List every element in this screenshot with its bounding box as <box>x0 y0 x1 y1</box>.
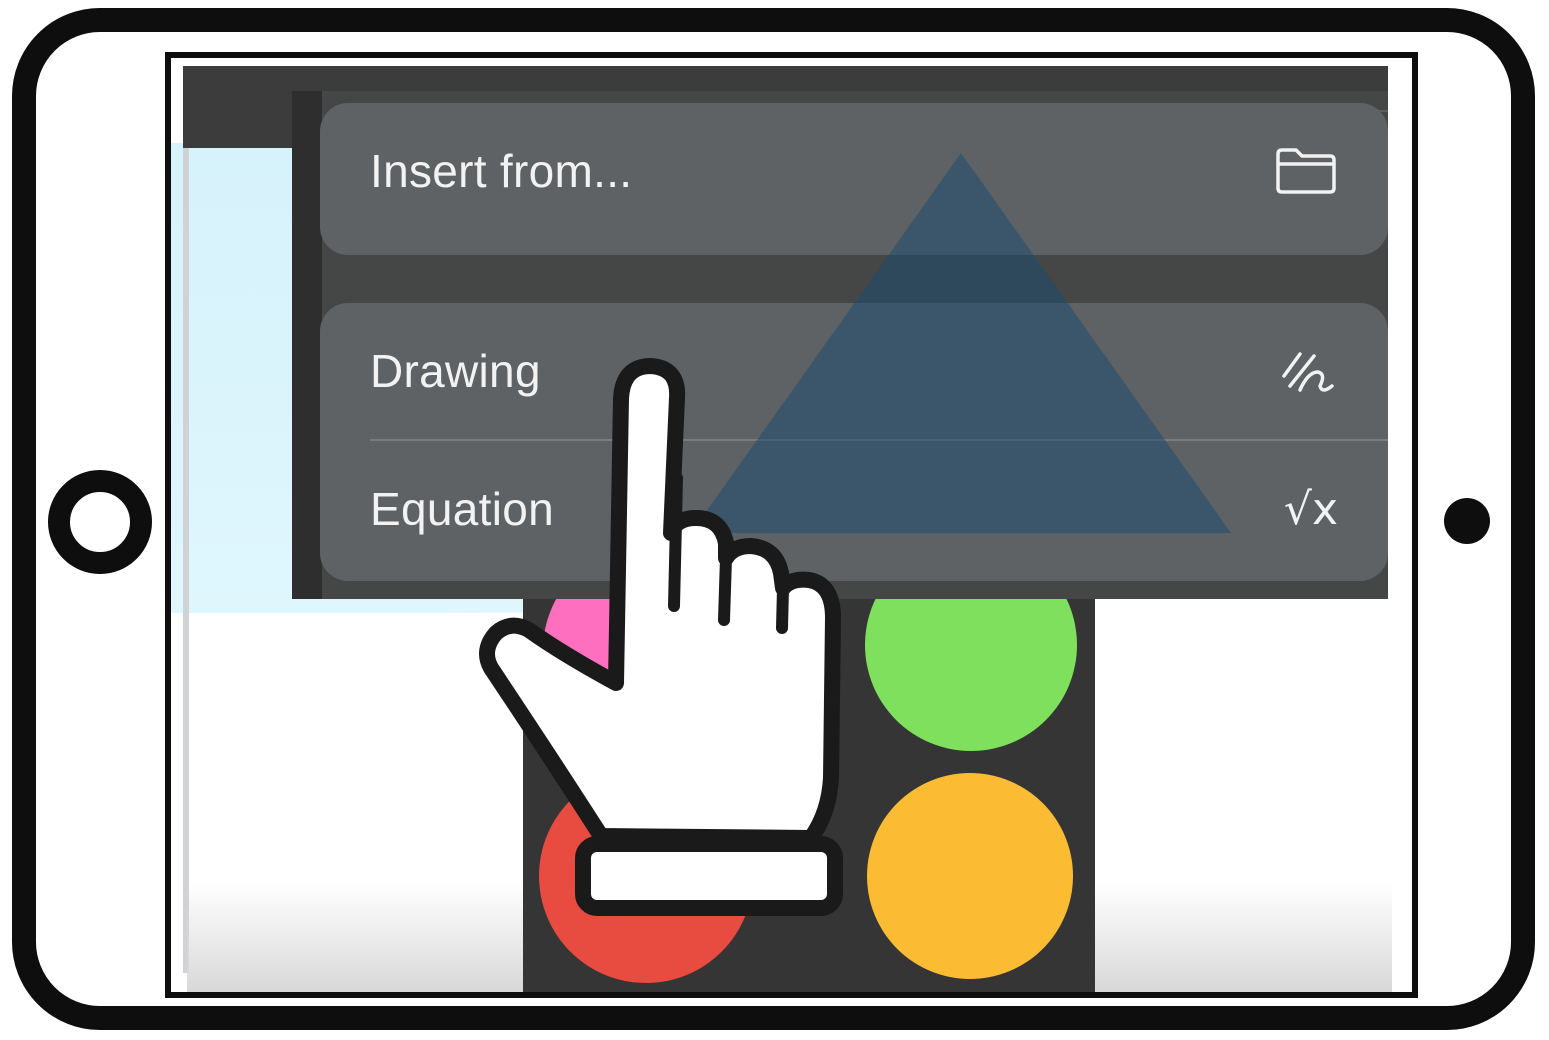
pointing-hand-icon <box>479 358 843 916</box>
front-camera <box>1444 498 1490 544</box>
canvas-left-edge <box>183 143 189 973</box>
color-swatch-yellow[interactable] <box>867 773 1073 979</box>
tablet-screen: Insert from... Drawing Equation √x <box>165 52 1418 998</box>
folder-icon <box>1274 146 1338 196</box>
menu-item-label: Insert from... <box>370 145 633 197</box>
scribble-pen-icon <box>1278 346 1338 396</box>
square-root-x-icon: √x <box>1283 483 1338 535</box>
menu-left-edge <box>292 91 322 599</box>
home-button[interactable] <box>48 470 152 574</box>
